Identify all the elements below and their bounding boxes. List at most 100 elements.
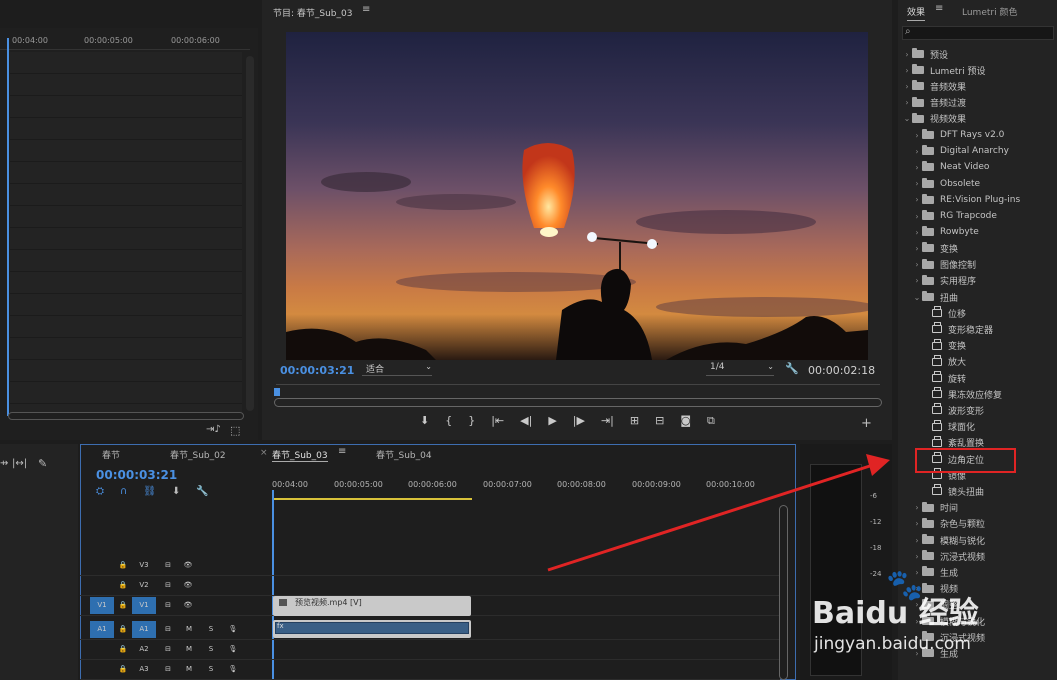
effect-item[interactable]: 球面化	[902, 419, 1057, 435]
camera-icon[interactable]: ◙	[680, 414, 691, 430]
effects-menu-icon[interactable]: ≡	[935, 3, 943, 14]
effect-item[interactable]: 波形变形	[902, 402, 1057, 418]
effect-item[interactable]: 镜头扭曲	[902, 483, 1057, 499]
tab-chunjie[interactable]: 春节	[102, 448, 120, 461]
tab-effects[interactable]: 效果	[907, 5, 926, 21]
tab-lumetri-color[interactable]: Lumetri 颜色	[962, 5, 1017, 18]
solo-button[interactable]: S	[204, 661, 218, 678]
step-forward-icon[interactable]: |▶	[573, 414, 585, 430]
chevron-right-icon[interactable]: ›	[902, 50, 912, 59]
mark-out-icon[interactable]: }	[468, 414, 475, 430]
chevron-right-icon[interactable]: ›	[912, 131, 922, 140]
effects-folder-item[interactable]: › 图像控制	[902, 257, 1057, 273]
chevron-right-icon[interactable]: ›	[912, 600, 922, 609]
tab-chunjie-sub02[interactable]: 春节_Sub_02	[170, 448, 226, 461]
timeline-menu-icon[interactable]: ≡	[338, 446, 346, 457]
lock-icon[interactable]: 🔒	[116, 661, 130, 678]
track-target-V1[interactable]: V1	[132, 597, 156, 614]
wrench-icon[interactable]: 🔧	[785, 362, 799, 375]
play-icon[interactable]: ▶	[548, 414, 556, 430]
effects-folder-item[interactable]: › RE:Vision Plug-ins	[902, 192, 1057, 208]
slip-tool-icon[interactable]: |↔|	[12, 458, 27, 469]
chevron-right-icon[interactable]: ›	[912, 163, 922, 172]
track-lane[interactable]	[80, 639, 780, 640]
chevron-down-icon[interactable]: ⌄	[902, 114, 912, 123]
lift-icon[interactable]: ⊞	[630, 414, 639, 430]
effects-folder-item[interactable]: › Rowbyte	[902, 224, 1057, 240]
step-back-icon[interactable]: ◀|	[520, 414, 532, 430]
mark-in-icon[interactable]: {	[445, 414, 452, 430]
effect-item[interactable]: 变换	[902, 338, 1057, 354]
program-scrub-ruler[interactable]	[276, 384, 880, 398]
eye-icon[interactable]: 👁	[180, 597, 196, 614]
effects-folder-item[interactable]: › 音频过渡	[902, 95, 1057, 111]
source-patch-A1[interactable]: A1	[90, 621, 114, 638]
lock-icon[interactable]: 🔒	[116, 641, 130, 658]
effects-folder-item[interactable]: › 生成	[902, 645, 1057, 661]
track-target-A1[interactable]: A1	[132, 621, 156, 638]
go-to-out-icon[interactable]: ⇥|	[601, 414, 614, 430]
effects-folder-item[interactable]: › RG Trapcode	[902, 208, 1057, 224]
add-button-icon[interactable]: +	[861, 416, 872, 431]
effects-folder-item[interactable]: › 时间	[902, 500, 1057, 516]
effects-search-input[interactable]: ⌕	[902, 26, 1054, 40]
effects-folder-item[interactable]: › 沉浸式视频	[902, 548, 1057, 564]
effect-item[interactable]: 旋转	[902, 370, 1057, 386]
linked-selection-icon[interactable]: ⛓	[143, 486, 156, 500]
chevron-right-icon[interactable]: ›	[912, 276, 922, 285]
chevron-right-icon[interactable]: ›	[912, 584, 922, 593]
effects-folder-item[interactable]: › 预设	[902, 46, 1057, 62]
mute-button[interactable]: M	[182, 661, 196, 678]
audio-clip[interactable]: fx	[273, 620, 471, 638]
effect-item[interactable]: 果冻效应修复	[902, 386, 1057, 402]
chevron-right-icon[interactable]: ›	[912, 179, 922, 188]
microphone-icon[interactable]: 🎙	[226, 621, 240, 638]
sync-lock-icon[interactable]: ⊟	[160, 641, 176, 658]
work-area-bar[interactable]	[272, 498, 472, 500]
effects-folder-item[interactable]: › 生成	[902, 564, 1057, 580]
track-target-A2[interactable]: A2	[132, 641, 156, 658]
sync-lock-icon[interactable]: ⊟	[160, 577, 176, 594]
lock-icon[interactable]: 🔒	[116, 621, 130, 638]
chevron-right-icon[interactable]: ›	[912, 633, 922, 642]
effects-folder-item[interactable]: › Digital Anarchy	[902, 143, 1057, 159]
timeline-current-time[interactable]: 00:00:03:21	[96, 468, 177, 482]
chevron-right-icon[interactable]: ›	[902, 98, 912, 107]
timeline-playhead[interactable]	[272, 490, 274, 680]
compare-icon[interactable]: ⧉	[707, 414, 715, 430]
effects-folder-item[interactable]: ⌄ 视频效果	[902, 111, 1057, 127]
eye-icon[interactable]: 👁	[180, 557, 196, 574]
chevron-right-icon[interactable]: ›	[912, 147, 922, 156]
eye-icon[interactable]: 👁	[180, 577, 196, 594]
effects-folder-item[interactable]: › 变换	[902, 240, 1057, 256]
effects-folder-item[interactable]: › 沉浸式视频	[902, 629, 1057, 645]
chevron-right-icon[interactable]: ›	[912, 195, 922, 204]
lock-icon[interactable]: 🔒	[116, 597, 130, 614]
sync-lock-icon[interactable]: ⊟	[160, 597, 176, 614]
track-target-V2[interactable]: V2	[132, 577, 156, 594]
track-target-A3[interactable]: A3	[132, 661, 156, 678]
solo-button[interactable]: S	[204, 641, 218, 658]
effects-folder-item[interactable]: › 模糊与锐化	[902, 613, 1057, 629]
resolution-dropdown[interactable]: 1/4 ⌄	[706, 362, 774, 376]
add-marker-icon[interactable]: ⬇	[172, 486, 180, 500]
lock-icon[interactable]: 🔒	[116, 557, 130, 574]
lock-icon[interactable]: 🔒	[116, 577, 130, 594]
fit-dropdown[interactable]: 适合 ⌄	[362, 362, 432, 376]
program-current-time[interactable]: 00:00:03:21	[280, 364, 354, 377]
chevron-right-icon[interactable]: ›	[912, 228, 922, 237]
tab-chunjie-sub04[interactable]: 春节_Sub_04	[376, 448, 432, 461]
sync-lock-icon[interactable]: ⊟	[160, 557, 176, 574]
effects-folder-item[interactable]: › Lumetri 预设	[902, 62, 1057, 78]
chevron-right-icon[interactable]: ›	[912, 552, 922, 561]
panel-menu-icon[interactable]: ≡	[362, 4, 370, 15]
chevron-right-icon[interactable]: ›	[912, 503, 922, 512]
effect-item[interactable]: 放大	[902, 354, 1057, 370]
program-scroll-bar[interactable]	[274, 398, 882, 407]
solo-button[interactable]: S	[204, 621, 218, 638]
microphone-icon[interactable]: 🎙	[226, 641, 240, 658]
chevron-right-icon[interactable]: ›	[912, 244, 922, 253]
tab-chunjie-sub03[interactable]: 春节_Sub_03	[272, 448, 328, 462]
nest-icon[interactable]: ⛭	[96, 486, 104, 500]
chevron-right-icon[interactable]: ›	[912, 617, 922, 626]
